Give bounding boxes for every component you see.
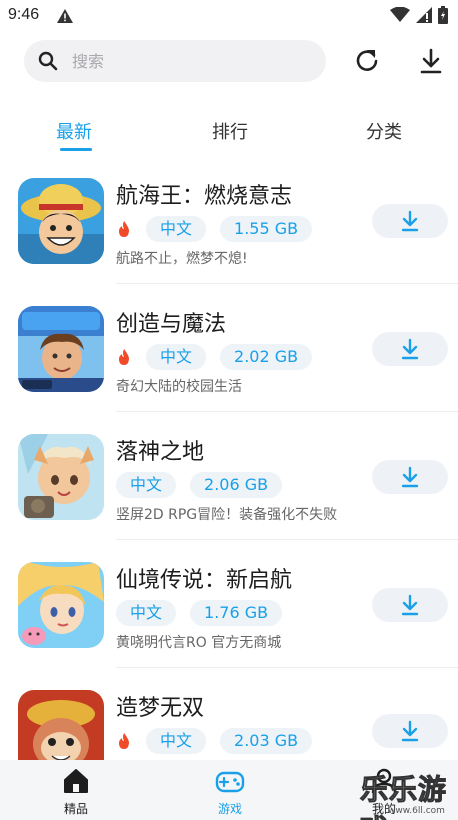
hot-fire-icon (119, 733, 129, 749)
size-tag: 2.02 GB (220, 344, 313, 370)
app-tags: 中文 1.55 GB (116, 216, 326, 242)
app-description: 航路不止，燃梦不熄! (116, 251, 248, 267)
app-title: 航海王：燃烧意志 (116, 184, 293, 209)
category-tabs: 最新 排行 分类 (0, 112, 458, 156)
list-item[interactable]: 落神之地 中文 2.06 GB 竖屏2D RPG冒险！装备强化不失败 (0, 412, 458, 540)
search-row (0, 40, 458, 84)
download-button[interactable] (372, 714, 448, 748)
status-time: 9:46 (8, 6, 40, 23)
warning-icon (57, 9, 73, 23)
download-icon (401, 338, 419, 360)
app-title: 仙境传说：新启航 (116, 568, 293, 593)
app-icon-creation-magic (18, 306, 104, 392)
home-icon (64, 769, 88, 793)
hot-fire-icon (119, 221, 129, 237)
app-tags: 中文 2.06 GB (116, 472, 296, 498)
battery-icon (438, 6, 448, 24)
download-icon (401, 594, 419, 616)
gamepad-icon (215, 771, 245, 793)
list-item[interactable]: 仙境传说：新启航 中文 1.76 GB 黄哓明代言RO 官方无商城 (0, 540, 458, 668)
language-tag: 中文 (146, 344, 207, 370)
app-icon-land-of-fallen-gods (18, 434, 104, 520)
search-box[interactable] (24, 40, 326, 82)
list-item[interactable]: 航海王：燃烧意志 中文 1.55 GB 航路不止，燃梦不熄! (0, 156, 458, 284)
nav-label: 游戏 (217, 802, 242, 816)
nav-label: 精品 (63, 802, 88, 816)
language-tag: 中文 (146, 728, 207, 754)
watermark-url: www.6ll.com (388, 806, 445, 816)
hot-fire-icon (119, 349, 129, 365)
tab-category[interactable]: 分类 (366, 118, 402, 144)
app-icon-ragnarok (18, 562, 104, 648)
download-button[interactable] (372, 460, 448, 494)
app-title: 创造与魔法 (116, 312, 227, 337)
status-indicators (390, 6, 448, 24)
nav-item-featured[interactable]: 精品 (36, 766, 116, 817)
app-tags: 中文 1.76 GB (116, 600, 296, 626)
list-item[interactable]: 创造与魔法 中文 2.02 GB 奇幻大陆的校园生活 (0, 284, 458, 412)
size-tag: 2.03 GB (220, 728, 313, 754)
app-icon-one-piece (18, 178, 104, 264)
download-button[interactable] (372, 332, 448, 366)
search-icon (38, 51, 58, 71)
signal-icon (416, 7, 432, 23)
nav-item-games[interactable]: 游戏 (190, 766, 270, 817)
language-tag: 中文 (146, 216, 207, 242)
app-tags: 中文 2.03 GB (116, 728, 326, 754)
wifi-icon (390, 7, 410, 22)
language-tag: 中文 (116, 472, 177, 498)
download-button[interactable] (372, 204, 448, 238)
search-input[interactable] (72, 40, 312, 82)
download-manager-icon[interactable] (416, 46, 446, 76)
tab-latest[interactable]: 最新 (56, 118, 92, 144)
download-icon (401, 720, 419, 742)
app-description: 奇幻大陆的校园生活 (116, 379, 242, 395)
download-icon (401, 466, 419, 488)
language-tag: 中文 (116, 600, 177, 626)
size-tag: 1.55 GB (220, 216, 313, 242)
size-tag: 2.06 GB (190, 472, 283, 498)
app-title: 造梦无双 (116, 696, 205, 721)
app-tags: 中文 2.02 GB (116, 344, 326, 370)
refresh-icon[interactable] (352, 46, 382, 76)
tab-ranking[interactable]: 排行 (212, 118, 248, 144)
active-tab-indicator (60, 148, 92, 151)
app-description: 黄哓明代言RO 官方无商城 (116, 635, 282, 651)
size-tag: 1.76 GB (190, 600, 283, 626)
status-bar: 9:46 (0, 0, 458, 32)
app-description: 竖屏2D RPG冒险！装备强化不失败 (116, 507, 338, 523)
download-icon (401, 210, 419, 232)
download-button[interactable] (372, 588, 448, 622)
app-title: 落神之地 (116, 440, 205, 465)
